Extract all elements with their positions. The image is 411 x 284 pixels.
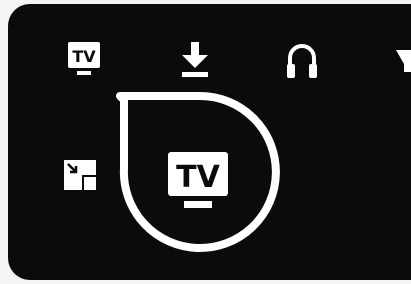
- picture-in-picture-icon: [64, 160, 96, 190]
- headphones-icon: [287, 44, 317, 78]
- tv-icon: TV: [168, 152, 228, 208]
- menu-item-more[interactable]: [396, 50, 411, 72]
- tv-icon: TV: [68, 42, 100, 75]
- selected-tv-label: TV: [176, 160, 220, 195]
- menu-item-tv[interactable]: TV: [68, 42, 100, 76]
- menu-item-pip[interactable]: [64, 160, 96, 190]
- selected-item-tv[interactable]: TV: [168, 152, 228, 210]
- tv-icon-label: TV: [72, 47, 96, 66]
- partial-icon: [396, 50, 411, 72]
- menu-panel: TV TV: [8, 4, 411, 280]
- download-icon: [182, 42, 208, 77]
- screen: TV TV: [0, 0, 411, 284]
- menu-item-download[interactable]: [180, 42, 210, 78]
- menu-item-audio[interactable]: [286, 42, 318, 78]
